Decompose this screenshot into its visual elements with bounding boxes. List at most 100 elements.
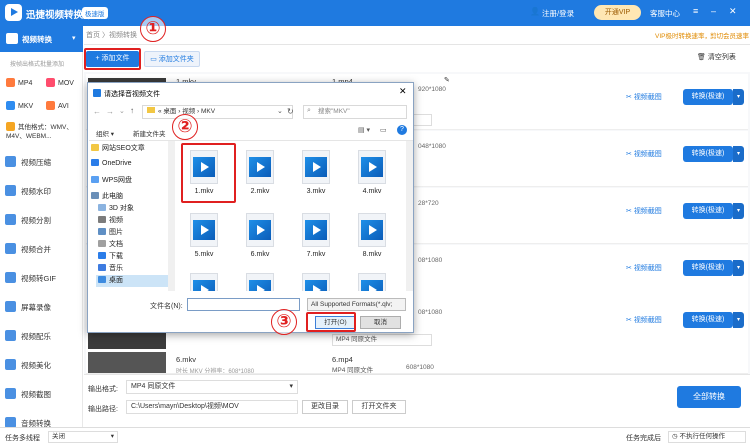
chevron-down-icon[interactable]: ⌄ [119, 107, 125, 115]
file-item[interactable]: 3.mkv [292, 148, 340, 204]
tree-item[interactable]: 下载 [98, 251, 123, 263]
file-item[interactable]: 8.mkv [348, 211, 396, 267]
convert-all-button[interactable]: 全部转换 [677, 386, 741, 408]
output-path-field[interactable]: C:\Users\mayn\Desktop\视频\MOV [126, 400, 298, 414]
sidebar-item-music[interactable]: 视频配乐 [0, 325, 83, 347]
output-format-select[interactable]: MP4 同原文件 ▾ [126, 380, 298, 394]
forward-arrow-icon[interactable]: → [106, 107, 114, 116]
sidebar-item-compress[interactable]: 视频压缩 [0, 151, 83, 173]
sidebar-item-label: 视频压缩 [21, 158, 51, 167]
file-item[interactable]: 6.mkv [236, 211, 284, 267]
format-avi[interactable]: AVI [46, 101, 69, 110]
organize-menu[interactable]: 组织 ▾ [96, 128, 114, 138]
file-item[interactable] [292, 271, 340, 291]
tree-item-selected[interactable]: 桌面 [96, 275, 168, 287]
tree-item[interactable]: WPS网盘 [91, 175, 132, 187]
back-arrow-icon[interactable]: ← [93, 107, 101, 116]
chevron-down-icon[interactable]: ▾ [733, 260, 744, 276]
tree-item[interactable]: 网站SEO文章 [91, 143, 145, 155]
format-select[interactable]: MP4 同原文件 [332, 334, 432, 346]
tree-item[interactable]: 此电脑 [91, 191, 123, 203]
screenshot-button[interactable]: ✂ 视频截图 [626, 92, 662, 102]
sidebar-item-label: 视频分割 [21, 216, 51, 225]
file-item[interactable]: 7.mkv [292, 211, 340, 267]
tree-item[interactable]: 文档 [98, 239, 123, 251]
chevron-down-icon[interactable]: ⌄ [277, 107, 283, 115]
format-mp4[interactable]: MP4 [6, 78, 32, 87]
vip-notice-2[interactable]: 剪切会员速率 [710, 30, 749, 40]
screenshot-button[interactable]: ✂ 视频截图 [626, 263, 662, 273]
chevron-down-icon[interactable]: ▾ [733, 203, 744, 219]
format-select[interactable]: MP4 同原文件 [332, 364, 373, 373]
vip-button[interactable]: 开通VIP [594, 5, 641, 20]
file-item[interactable] [180, 271, 228, 291]
new-folder-button[interactable]: 新建文件夹 [133, 128, 166, 138]
sidebar-item-screenshot[interactable]: 视频截图 [0, 383, 83, 405]
chevron-down-icon[interactable]: ▾ [733, 146, 744, 162]
convert-button[interactable]: 转换(极速) [683, 312, 733, 328]
edition-badge: 极速版 [82, 7, 108, 19]
sidebar-item-beautify[interactable]: 视频美化 [0, 354, 83, 376]
file-item[interactable]: 5.mkv [180, 211, 228, 267]
sidebar-item-merge[interactable]: 视频合并 [0, 238, 83, 260]
multitask-select[interactable]: 关闭 ▾ [48, 431, 118, 443]
path-segment[interactable]: 桌面 [163, 108, 176, 115]
nav-scrollbar[interactable] [168, 141, 175, 291]
help-icon[interactable]: ? [397, 125, 407, 135]
file-item[interactable]: 2.mkv [236, 148, 284, 204]
convert-button[interactable]: 转换(极速) [683, 203, 733, 219]
file-item[interactable] [348, 271, 396, 291]
add-folder-button[interactable]: ▭ 添加文件夹 [144, 51, 200, 67]
format-other[interactable]: 其他格式：WMV、M4V、WEBM... [6, 122, 80, 141]
output-name[interactable]: 6.mp4 [332, 355, 353, 364]
tree-item-label: 3D 对象 [109, 205, 134, 212]
app-logo-icon [93, 89, 101, 97]
path-segment[interactable]: MKV [201, 108, 215, 115]
refresh-icon[interactable]: ↻ [287, 107, 294, 116]
vip-notice[interactable]: VIP极时转换速率， [655, 30, 711, 40]
close-icon[interactable]: ✕ [399, 86, 407, 97]
tree-item[interactable]: 视频 [98, 215, 123, 227]
service-center-link[interactable]: 客服中心 [650, 8, 680, 19]
address-bar[interactable]: « 桌面 › 视频 › MKV [142, 105, 293, 119]
format-mkv[interactable]: MKV [6, 101, 33, 110]
open-folder-button[interactable]: 打开文件夹 [352, 400, 406, 414]
clear-list-button[interactable]: 🗑 清空列表 [697, 52, 736, 62]
video-thumbnail[interactable] [88, 352, 166, 373]
tree-item[interactable]: 图片 [98, 227, 123, 239]
change-directory-button[interactable]: 更改目录 [302, 400, 348, 414]
sidebar-item-video-convert[interactable]: 视频转换 ▾ [0, 26, 83, 52]
sidebar-item-gif[interactable]: 视频转GIF [0, 267, 83, 289]
screenshot-button[interactable]: ✂ 视频截图 [626, 315, 662, 325]
after-complete-select[interactable]: ◷ 不执行任何操作 [668, 431, 746, 443]
sidebar-item-watermark[interactable]: 视频水印 [0, 180, 83, 202]
convert-button[interactable]: 转换(极速) [683, 89, 733, 105]
file-open-dialog: 请选择音视频文件 ✕ ← → ⌄ ↑ « 桌面 › 视频 › MKV ⌄ ↻ 搜… [87, 82, 414, 333]
file-scrollbar[interactable] [406, 141, 413, 291]
tree-item[interactable]: 音乐 [98, 263, 123, 275]
tree-item[interactable]: 3D 对象 [98, 203, 134, 215]
format-mov[interactable]: MOV [46, 78, 74, 87]
search-input[interactable]: 搜索"MKV" [303, 105, 407, 119]
view-options-icon[interactable]: ▤ ▾ [358, 126, 370, 134]
chevron-down-icon[interactable]: ▾ [733, 89, 744, 105]
edit-icon[interactable]: ✎ [444, 76, 450, 84]
cancel-button[interactable]: 取消 [360, 316, 401, 329]
file-item[interactable]: 4.mkv [348, 148, 396, 204]
convert-button[interactable]: 转换(极速) [683, 146, 733, 162]
close-icon[interactable]: ✕ [729, 6, 737, 17]
file-item[interactable] [236, 271, 284, 291]
login-link[interactable]: 注册/登录 [542, 8, 574, 19]
minimize-icon[interactable]: – [711, 6, 716, 16]
convert-button[interactable]: 转换(极速) [683, 260, 733, 276]
screenshot-button[interactable]: ✂ 视频截图 [626, 206, 662, 216]
sidebar-item-split[interactable]: 视频分割 [0, 209, 83, 231]
preview-pane-icon[interactable]: ▭ [380, 126, 387, 134]
screenshot-button[interactable]: ✂ 视频截图 [626, 149, 662, 159]
sidebar-item-record[interactable]: 屏幕录像 [0, 296, 83, 318]
file-type-filter[interactable]: All Supported Formats(*.qlv; [307, 298, 406, 311]
tree-item[interactable]: OneDrive [91, 159, 132, 171]
up-arrow-icon[interactable]: ↑ [130, 106, 134, 115]
menu-icon[interactable]: ≡ [693, 6, 698, 16]
chevron-down-icon[interactable]: ▾ [733, 312, 744, 328]
